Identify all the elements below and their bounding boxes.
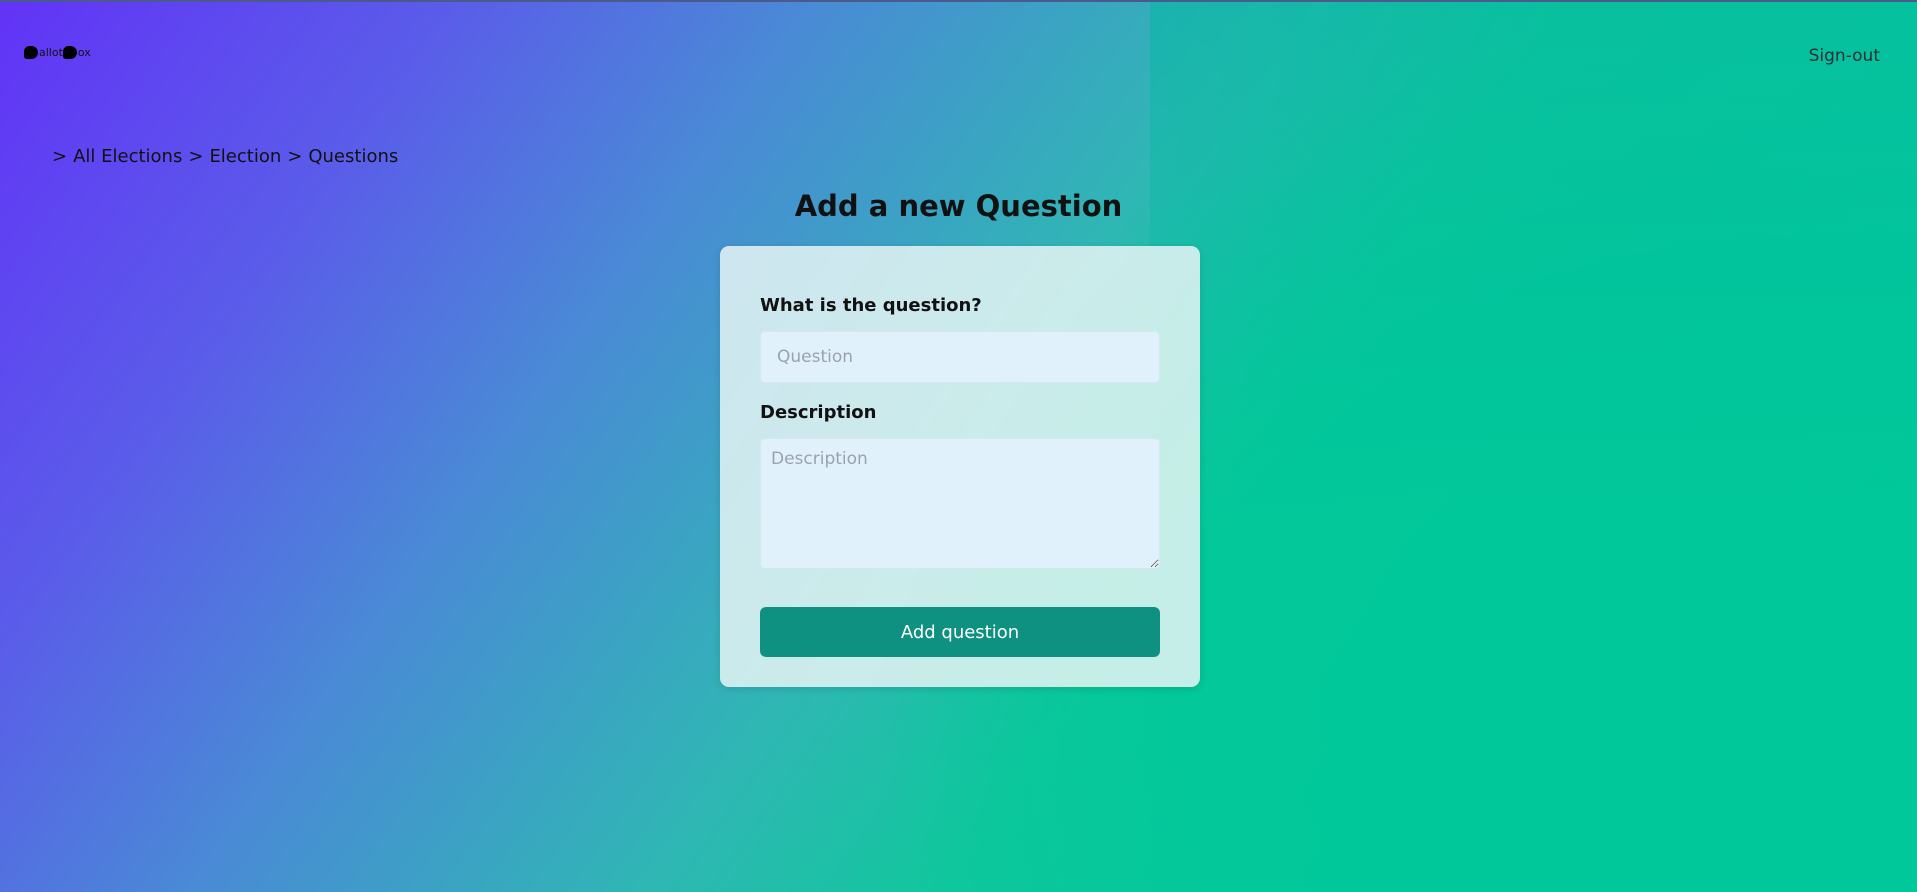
add-question-form: What is the question? Description Add qu… [720,246,1200,687]
logo-text-part1: allot [39,46,63,59]
breadcrumb-questions[interactable]: Questions [308,146,398,167]
logo-b-glyph [24,46,38,59]
breadcrumb-election[interactable]: Election [209,146,281,167]
logo-text-part2: ox [77,46,91,59]
page-title: Add a new Question [794,189,1123,223]
breadcrumb-separator: > [287,146,303,167]
description-textarea[interactable] [760,438,1160,569]
signout-link[interactable]: Sign-out [1809,46,1880,66]
breadcrumb-all-elections[interactable]: All Elections [73,146,182,167]
breadcrumb-separator: > [52,146,68,167]
ballotbox-logo[interactable]: allot ox [24,46,91,59]
question-label: What is the question? [760,295,982,316]
add-question-button[interactable]: Add question [760,607,1160,657]
question-input[interactable] [760,331,1160,383]
top-border [0,0,1917,2]
breadcrumb-separator: > [188,146,204,167]
logo-b-glyph [62,46,77,59]
breadcrumb: > All Elections > Election > Questions [52,146,398,167]
description-label: Description [760,402,877,423]
